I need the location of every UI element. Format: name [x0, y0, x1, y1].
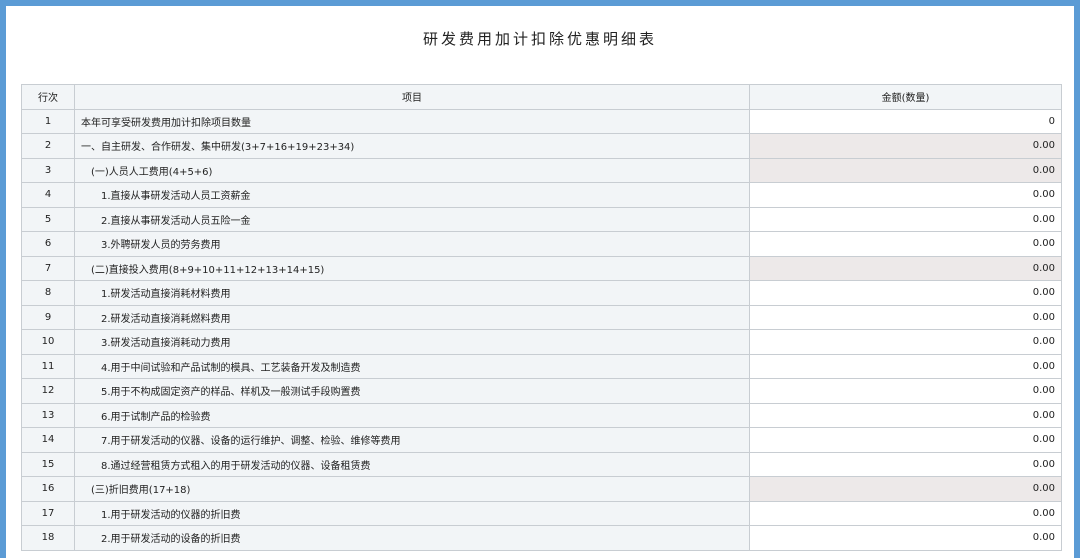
row-item-label: 一、自主研发、合作研发、集中研发(3+7+16+19+23+34) [74, 133, 750, 159]
row-item-label: 1.研发活动直接消耗材料费用 [74, 280, 750, 306]
table-row: 6 3.外聘研发人员的劳务费用 0.00 [21, 231, 1062, 257]
table-row: 5 2.直接从事研发活动人员五险一金 0.00 [21, 206, 1062, 232]
table-row: 12 5.用于不构成固定资产的样品、样机及一般测试手段购置费 0.00 [21, 378, 1062, 404]
row-item-label: 6.用于试制产品的检验费 [74, 402, 750, 428]
row-item-label: (三)折旧费用(17+18) [74, 476, 750, 502]
row-number: 9 [21, 304, 75, 330]
row-item-label: (一)人员人工费用(4+5+6) [74, 157, 750, 183]
row-amount-cell: 0.00 [749, 133, 1062, 159]
row-amount-cell[interactable]: 0.00 [749, 427, 1062, 453]
table-row: 13 6.用于试制产品的检验费 0.00 [21, 402, 1062, 428]
table-row: 17 1.用于研发活动的仪器的折旧费 0.00 [21, 500, 1062, 526]
table-row: 14 7.用于研发活动的仪器、设备的运行维护、调整、检验、维修等费用 0.00 [21, 427, 1062, 453]
row-amount-cell[interactable]: 0.00 [749, 206, 1062, 232]
row-amount-cell[interactable]: 0 [749, 108, 1062, 134]
row-amount-cell[interactable]: 0.00 [749, 378, 1062, 404]
table-row: 15 8.通过经营租赁方式租入的用于研发活动的仪器、设备租赁费 0.00 [21, 451, 1062, 477]
row-item-label: 本年可享受研发费用加计扣除项目数量 [74, 108, 750, 134]
row-item-label: 1.用于研发活动的仪器的折旧费 [74, 500, 750, 526]
row-number: 1 [21, 108, 75, 134]
row-item-label: 3.外聘研发人员的劳务费用 [74, 231, 750, 257]
row-item-label: 1.直接从事研发活动人员工资薪金 [74, 182, 750, 208]
header-amount: 金额(数量) [749, 84, 1062, 110]
table-row: 3 (一)人员人工费用(4+5+6) 0.00 [21, 157, 1062, 183]
row-number: 13 [21, 402, 75, 428]
row-item-label: (二)直接投入费用(8+9+10+11+12+13+14+15) [74, 255, 750, 281]
row-number: 5 [21, 206, 75, 232]
row-number: 16 [21, 476, 75, 502]
row-number: 2 [21, 133, 75, 159]
row-amount-cell[interactable]: 0.00 [749, 329, 1062, 355]
table-body: 1 本年可享受研发费用加计扣除项目数量 0 2 一、自主研发、合作研发、集中研发(3+7… [21, 108, 1062, 551]
page-title: 研发费用加计扣除优惠明细表 [422, 30, 657, 48]
row-number: 17 [21, 500, 75, 526]
table-row: 4 1.直接从事研发活动人员工资薪金 0.00 [21, 182, 1062, 208]
row-item-label: 3.研发活动直接消耗动力费用 [74, 329, 750, 355]
row-number: 11 [21, 353, 75, 379]
row-number: 3 [21, 157, 75, 183]
row-number: 12 [21, 378, 75, 404]
row-number: 10 [21, 329, 75, 355]
row-amount-cell[interactable]: 0.00 [749, 451, 1062, 477]
row-number: 8 [21, 280, 75, 306]
row-amount-cell[interactable]: 0.00 [749, 353, 1062, 379]
header-item: 项目 [74, 84, 750, 110]
row-item-label: 5.用于不构成固定资产的样品、样机及一般测试手段购置费 [74, 378, 750, 404]
table-row: 10 3.研发活动直接消耗动力费用 0.00 [21, 329, 1062, 355]
row-amount-cell[interactable]: 0.00 [749, 304, 1062, 330]
row-amount-cell[interactable]: 0.00 [749, 182, 1062, 208]
table-row: 11 4.用于中间试验和产品试制的模具、工艺装备开发及制造费 0.00 [21, 353, 1062, 379]
row-item-label: 2.用于研发活动的设备的折旧费 [74, 525, 750, 551]
row-amount-cell[interactable]: 0.00 [749, 280, 1062, 306]
deduction-detail-table: 行次 项目 金额(数量) 1 本年可享受研发费用加计扣除项目数量 0 2 一、自主研发、… [21, 84, 1062, 551]
table-row: 7 (二)直接投入费用(8+9+10+11+12+13+14+15) 0.00 [21, 255, 1062, 281]
header-row-number: 行次 [21, 84, 75, 110]
row-number: 7 [21, 255, 75, 281]
row-number: 6 [21, 231, 75, 257]
row-number: 14 [21, 427, 75, 453]
row-amount-cell[interactable]: 0.00 [749, 402, 1062, 428]
row-amount-cell: 0.00 [749, 476, 1062, 502]
table-row: 8 1.研发活动直接消耗材料费用 0.00 [21, 280, 1062, 306]
row-item-label: 7.用于研发活动的仪器、设备的运行维护、调整、检验、维修等费用 [74, 427, 750, 453]
form-window: 研发费用加计扣除优惠明细表 行次 项目 金额(数量) 1 本年可享受研发费用加计扣… [6, 6, 1074, 558]
table-row: 1 本年可享受研发费用加计扣除项目数量 0 [21, 108, 1062, 134]
row-number: 18 [21, 525, 75, 551]
table-row: 2 一、自主研发、合作研发、集中研发(3+7+16+19+23+34) 0.00 [21, 133, 1062, 159]
table-row: 16 (三)折旧费用(17+18) 0.00 [21, 476, 1062, 502]
table-header-row: 行次 项目 金额(数量) [21, 84, 1062, 110]
row-amount-cell[interactable]: 0.00 [749, 231, 1062, 257]
row-item-label: 4.用于中间试验和产品试制的模具、工艺装备开发及制造费 [74, 353, 750, 379]
row-amount-cell[interactable]: 0.00 [749, 525, 1062, 551]
table-row: 18 2.用于研发活动的设备的折旧费 0.00 [21, 525, 1062, 551]
row-item-label: 8.通过经营租赁方式租入的用于研发活动的仪器、设备租赁费 [74, 451, 750, 477]
row-amount-cell: 0.00 [749, 157, 1062, 183]
row-item-label: 2.研发活动直接消耗燃料费用 [74, 304, 750, 330]
table-row: 9 2.研发活动直接消耗燃料费用 0.00 [21, 304, 1062, 330]
row-item-label: 2.直接从事研发活动人员五险一金 [74, 206, 750, 232]
row-amount-cell: 0.00 [749, 255, 1062, 281]
row-number: 15 [21, 451, 75, 477]
row-number: 4 [21, 182, 75, 208]
row-amount-cell[interactable]: 0.00 [749, 500, 1062, 526]
